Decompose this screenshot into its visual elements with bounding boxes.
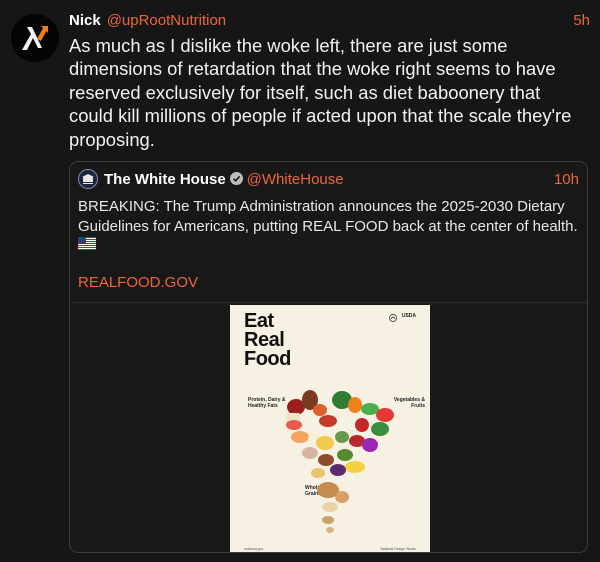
quoted-tweet-header: The White House @WhiteHouse 10h xyxy=(104,171,579,191)
eat-real-food-poster-image[interactable]: Eat Real Food USDA Protein, Dairy & Heal… xyxy=(230,305,430,552)
quoted-author-handle[interactable]: @WhiteHouse xyxy=(247,171,344,188)
us-flag-icon xyxy=(78,237,96,250)
tweet-text: As much as I dislike the woke left, ther… xyxy=(69,35,572,150)
media-divider xyxy=(70,302,587,303)
poster-footer-left: realfood.gov xyxy=(244,547,264,551)
white-house-avatar[interactable] xyxy=(78,169,98,189)
verified-badge-icon xyxy=(229,172,243,185)
tweet[interactable]: Nick @upRootNutrition 5h As much as I dis… xyxy=(0,0,600,562)
author-name[interactable]: Nick xyxy=(69,12,101,29)
author-handle[interactable]: @upRootNutrition xyxy=(107,12,226,29)
quoted-tweet-text: BREAKING: The Trump Administration annou… xyxy=(78,198,578,235)
food-pyramid-illustration-icon xyxy=(286,390,394,533)
white-house-seal-icon xyxy=(82,174,94,184)
author-avatar[interactable] xyxy=(11,14,59,62)
tweet-timestamp[interactable]: 5h xyxy=(573,12,590,29)
tweet-header: Nick @upRootNutrition 5h xyxy=(69,12,590,32)
realfood-link[interactable]: REALFOOD.GOV xyxy=(78,274,198,291)
quoted-author-name[interactable]: The White House xyxy=(104,171,226,188)
half-life-lambda-logo-icon xyxy=(11,14,59,62)
quoted-tweet[interactable]: The White House @WhiteHouse 10h BREAKING:… xyxy=(69,161,588,553)
poster-footer-right: National Design Studio xyxy=(380,547,416,551)
quoted-tweet-timestamp[interactable]: 10h xyxy=(554,171,579,188)
